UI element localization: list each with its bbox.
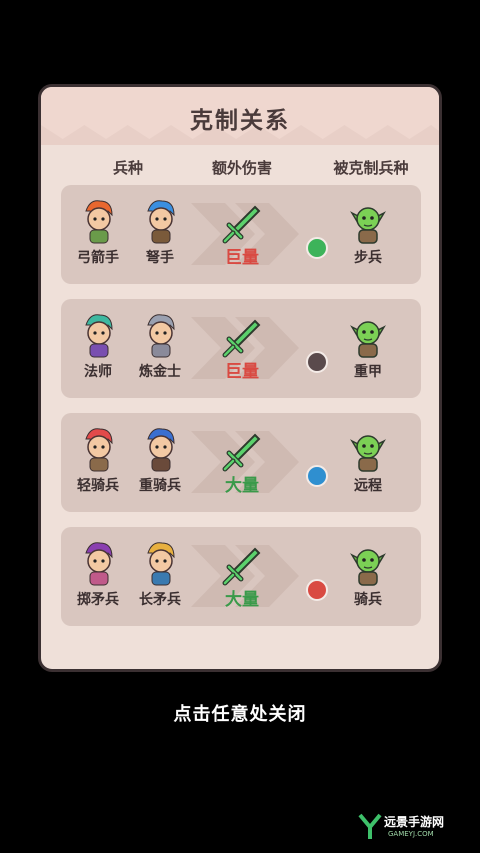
countered-unit-name: 重甲 — [354, 364, 382, 380]
tap-to-close-hint[interactable]: 点击任意处关闭 — [0, 700, 480, 726]
unit-a: 法师 — [71, 311, 125, 381]
countered-unit-name: 步兵 — [354, 250, 382, 266]
damage-amount-label: 大量 — [225, 476, 259, 496]
unit-b-portrait-icon — [147, 542, 175, 586]
panel-title: 克制关系 — [190, 108, 290, 134]
unit-b: 长矛兵 — [133, 539, 187, 609]
unit-b-name: 长矛兵 — [139, 592, 181, 608]
sword-icon — [222, 205, 261, 244]
unit-b-name: 炼金士 — [139, 364, 181, 380]
unit-a: 弓箭手 — [71, 197, 125, 267]
counter-row: 轻骑兵 重骑兵 大量 远程 — [61, 413, 421, 512]
counter-row: 弓箭手 弩手 巨量 步兵 — [61, 185, 421, 284]
damage-amount-label: 巨量 — [225, 362, 259, 382]
goblin-portrait-icon — [350, 321, 386, 358]
unit-b-name: 重骑兵 — [139, 478, 181, 494]
column-header-countered-unit: 被克制兵种 — [333, 159, 409, 177]
column-header-unit: 兵种 — [112, 159, 143, 177]
unit-a-portrait-icon — [85, 314, 113, 358]
horse-icon — [306, 579, 328, 601]
countered-unit: 重甲 — [341, 311, 395, 381]
site-watermark: 远景手游网 GAMEYJ.COM — [358, 811, 468, 845]
unit-b-name: 弩手 — [146, 250, 174, 266]
unit-b-portrait-icon — [147, 428, 175, 472]
countered-unit: 步兵 — [341, 197, 395, 267]
countered-unit-name: 骑兵 — [354, 592, 382, 608]
watermark-logo-icon — [358, 813, 382, 839]
panel-header: 克制关系 — [41, 87, 439, 145]
unit-a: 轻骑兵 — [71, 425, 125, 495]
unit-a-portrait-icon — [85, 200, 113, 244]
unit-b-portrait-icon — [147, 314, 175, 358]
boot-icon — [306, 237, 328, 259]
unit-b-portrait-icon — [147, 200, 175, 244]
column-header-extra-damage: 额外伤害 — [211, 159, 272, 177]
unit-a-name: 轻骑兵 — [77, 478, 119, 494]
unit-b: 弩手 — [133, 197, 187, 267]
unit-a-portrait-icon — [85, 542, 113, 586]
counter-row: 掷矛兵 长矛兵 大量 骑兵 — [61, 527, 421, 626]
unit-a-name: 法师 — [84, 364, 112, 380]
countered-unit: 远程 — [341, 425, 395, 495]
unit-a-portrait-icon — [85, 428, 113, 472]
sword-icon — [222, 433, 261, 472]
watermark-text: 远景手游网 — [384, 815, 445, 829]
goblin-portrait-icon — [350, 207, 386, 244]
unit-a-name: 掷矛兵 — [77, 592, 119, 608]
countered-unit-name: 远程 — [354, 478, 382, 494]
counter-relation-panel: 克制关系 兵种 额外伤害 被克制兵种 弓箭手 弩手 巨量 步兵 法师 炼金士 巨… — [38, 84, 442, 672]
unit-a-name: 弓箭手 — [77, 250, 119, 266]
countered-unit: 骑兵 — [341, 539, 395, 609]
damage-amount-label: 巨量 — [225, 248, 259, 268]
watermark-subtext: GAMEYJ.COM — [388, 830, 434, 838]
goblin-portrait-icon — [350, 549, 386, 586]
goblin-portrait-icon — [350, 435, 386, 472]
counter-row: 法师 炼金士 巨量 重甲 — [61, 299, 421, 398]
damage-amount-label: 大量 — [225, 590, 259, 610]
sword-icon — [222, 547, 261, 586]
bow-icon — [306, 465, 328, 487]
sword-icon — [222, 319, 261, 358]
unit-b: 炼金士 — [133, 311, 187, 381]
unit-b: 重骑兵 — [133, 425, 187, 495]
unit-a: 掷矛兵 — [71, 539, 125, 609]
helmet-icon — [306, 351, 328, 373]
